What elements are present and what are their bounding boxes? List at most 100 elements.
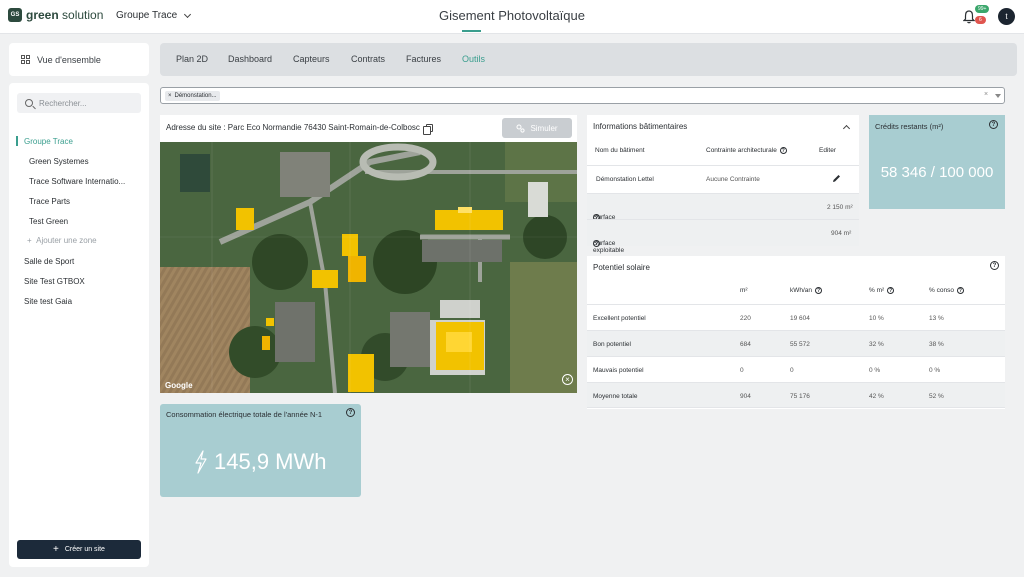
cell-pct-m2: 0 %	[869, 367, 881, 374]
sidebar-item-groupe-trace[interactable]: Groupe Trace	[24, 137, 73, 146]
map-attribution: Google	[165, 381, 193, 390]
add-zone-button[interactable]: + Ajouter une zone	[27, 236, 97, 245]
table-row: Mauvais potentiel 0 0 0 % 0 %	[587, 356, 1005, 382]
satellite-imagery	[160, 142, 577, 393]
chevron-up-icon[interactable]	[842, 124, 851, 133]
logo-mark: GS	[8, 8, 22, 22]
credits-value: 58 346 / 100 000	[880, 164, 994, 181]
header-edit: Editer	[819, 147, 836, 154]
help-icon[interactable]: ?	[990, 261, 999, 270]
row-label: Moyenne totale	[593, 393, 638, 400]
create-site-label: Créer un site	[64, 546, 105, 553]
table-row: Bon potentiel 684 55 572 32 % 38 %	[587, 330, 1005, 356]
site-selector-label: Groupe Trace	[116, 10, 178, 21]
surface-total-value: 2 150 m²	[827, 204, 853, 211]
create-site-button[interactable]: + Créer un site	[17, 540, 141, 559]
sidebar-item-salle-de-sport[interactable]: Salle de Sport	[24, 257, 74, 266]
pencil-icon[interactable]	[832, 174, 841, 183]
building-row: Démonstation Lettel Aucune Contrainte	[587, 165, 859, 193]
site-selector[interactable]: Groupe Trace	[116, 10, 192, 21]
tab-dashboard[interactable]: Dashboard	[228, 54, 272, 64]
tab-factures[interactable]: Factures	[406, 54, 441, 64]
header-pct-conso: % conso?	[929, 287, 964, 294]
header-kwh-label: kWh/an	[790, 287, 813, 294]
header-constraint-label: Contrainte architecturale	[706, 147, 777, 154]
header-pct-conso-label: % conso	[929, 287, 954, 294]
header-constraint: Contrainte architecturale ?	[706, 147, 787, 154]
cell-pct-m2: 42 %	[869, 393, 884, 400]
search-input[interactable]: Rechercher...	[17, 93, 141, 113]
sidebar-item-site-test-gaia[interactable]: Site test Gaia	[24, 297, 72, 306]
active-tab-underline	[462, 30, 481, 32]
help-icon[interactable]: ?	[779, 147, 787, 154]
help-icon[interactable]: ?	[593, 240, 600, 247]
overview-label: Vue d'ensemble	[37, 54, 101, 65]
add-zone-label: Ajouter une zone	[36, 236, 97, 245]
cell-m2: 904	[740, 393, 751, 400]
satellite-map[interactable]: Google ×	[160, 142, 577, 393]
chevron-down-icon	[184, 10, 192, 18]
search-icon	[25, 99, 33, 107]
help-icon[interactable]: ?	[346, 408, 355, 417]
tab-capteurs[interactable]: Capteurs	[293, 54, 330, 64]
row-label: Bon potentiel	[593, 341, 631, 348]
surface-exploitable-row: Surface exploitable ? 904 m²	[587, 219, 859, 254]
cell-kwh: 75 176	[790, 393, 810, 400]
solar-potential-title: Potentiel solaire	[593, 263, 650, 272]
chip-label: Démonstation...	[174, 93, 217, 99]
simulate-button[interactable]: Simuler	[502, 118, 572, 138]
cell-pct-m2: 10 %	[869, 315, 884, 322]
row-label: Mauvais potentiel	[593, 367, 644, 374]
help-icon[interactable]: ?	[887, 287, 895, 294]
help-icon[interactable]: ?	[989, 120, 998, 129]
building-info-panel: Informations bâtimentaires Nom du bâtime…	[587, 115, 859, 254]
cell-pct-conso: 38 %	[929, 341, 944, 348]
help-icon[interactable]: ?	[815, 287, 823, 294]
overview-button[interactable]: Vue d'ensemble	[9, 43, 149, 76]
header-pct-m2: % m²?	[869, 287, 895, 294]
logo-text: green solution	[26, 8, 104, 22]
consumption-value-text: 145,9 MWh	[214, 449, 327, 474]
surface-exploitable-value: 904 m²	[831, 230, 852, 237]
building-info-title: Informations bâtimentaires	[593, 122, 688, 131]
avatar[interactable]: t	[998, 8, 1015, 25]
help-icon[interactable]: ?	[956, 287, 964, 294]
tab-outils[interactable]: Outils	[462, 54, 485, 64]
sidebar-item-test-green[interactable]: Test Green	[29, 217, 68, 226]
header-m2-label: m²	[740, 287, 748, 294]
address-text: Adresse du site : Parc Eco Normandie 764…	[166, 123, 420, 132]
copy-icon[interactable]	[422, 123, 433, 135]
active-indicator	[16, 136, 18, 146]
lightning-icon	[195, 450, 207, 474]
header-building-name: Nom du bâtiment	[595, 147, 645, 154]
header-pct-m2-label: % m²	[869, 287, 885, 294]
bell-icon[interactable]	[963, 10, 975, 24]
sidebar-item-green-systemes[interactable]: Green Systemes	[29, 157, 89, 166]
cell-pct-m2: 32 %	[869, 341, 884, 348]
close-icon[interactable]: ×	[562, 374, 573, 385]
table-row-total: Moyenne totale 904 75 176 42 % 52 %	[587, 382, 1005, 408]
chip-close-icon[interactable]: ×	[168, 93, 172, 99]
tab-contrats[interactable]: Contrats	[351, 54, 385, 64]
tab-plan-2d[interactable]: Plan 2D	[176, 54, 208, 64]
filter-chip[interactable]: × Démonstation...	[165, 91, 220, 101]
caret-down-icon[interactable]	[995, 94, 1001, 98]
sidebar-item-trace-parts[interactable]: Trace Parts	[29, 197, 70, 206]
clear-icon[interactable]: ×	[984, 91, 988, 98]
consumption-title: Consommation électrique totale de l'anné…	[166, 410, 323, 419]
grid-icon	[21, 55, 30, 64]
sidebar-item-site-test-gtbox[interactable]: Site Test GTBOX	[24, 277, 85, 286]
logo[interactable]: GS green solution	[8, 8, 103, 22]
cell-pct-conso: 0 %	[929, 367, 941, 374]
building-filter-select[interactable]: × Démonstation... ×	[160, 87, 1005, 104]
consumption-card: Consommation électrique totale de l'anné…	[160, 404, 361, 497]
cell-pct-conso: 52 %	[929, 393, 944, 400]
row-label: Excellent potentiel	[593, 315, 646, 322]
solar-potential-panel: Potentiel solaire ? m² kWh/an? % m²? % c…	[587, 256, 1005, 409]
header-m2: m²	[740, 287, 748, 294]
sidebar-item-trace-software[interactable]: Trace Software Internatio...	[29, 177, 125, 186]
cell-m2: 0	[740, 367, 744, 374]
table-row: Excellent potentiel 220 19 604 10 % 13 %	[587, 304, 1005, 330]
plus-icon: +	[53, 544, 59, 555]
cell-kwh: 55 572	[790, 341, 810, 348]
